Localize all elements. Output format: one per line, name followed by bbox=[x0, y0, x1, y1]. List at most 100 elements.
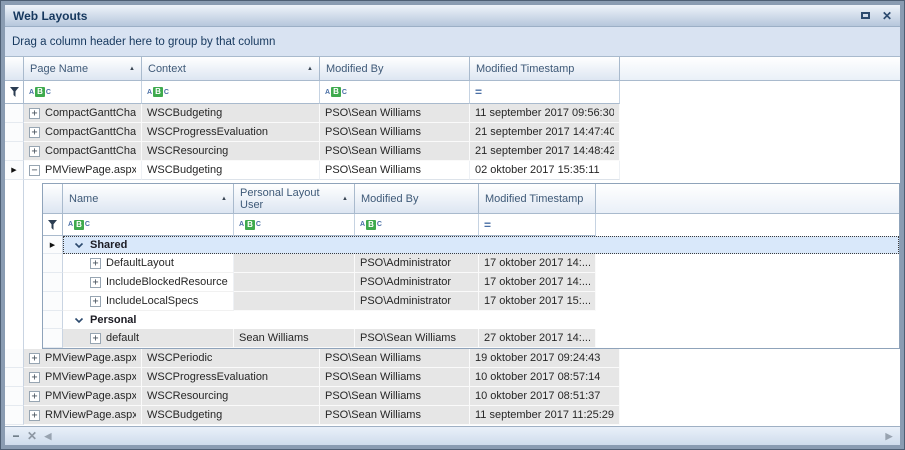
group-row-shared[interactable]: ▶Shared bbox=[43, 236, 899, 254]
filter-funnel-cell[interactable] bbox=[43, 214, 63, 236]
filter-letter: A bbox=[29, 89, 34, 96]
expand-toggle-icon[interactable]: + bbox=[29, 146, 40, 157]
cell-text: 17 oktober 2017 14:... bbox=[484, 276, 590, 288]
column-header-modified-by[interactable]: Modified By bbox=[355, 184, 479, 214]
maximize-icon[interactable] bbox=[861, 12, 870, 19]
cell-text: PSO\Administrator bbox=[360, 276, 451, 288]
cell-text: PMViewPage.aspx bbox=[45, 352, 136, 364]
detail-grid-row[interactable]: +IncludeBlockedResourcesPSO\Administrato… bbox=[43, 273, 899, 292]
filter-cell-modified-by[interactable]: ABC bbox=[355, 214, 479, 236]
scroll-left-icon[interactable]: ◀ bbox=[40, 429, 56, 443]
cell-text: 17 oktober 2017 14:... bbox=[484, 257, 590, 269]
filter-cell-modified-timestamp[interactable]: = bbox=[479, 214, 596, 236]
group-collapse-chevron-icon[interactable] bbox=[74, 317, 84, 324]
cell-context: WSCBudgeting bbox=[142, 406, 320, 425]
group-collapse-chevron-icon[interactable] bbox=[74, 242, 84, 249]
cell-name: +IncludeLocalSpecs bbox=[63, 292, 234, 311]
grid-row[interactable]: +PMViewPage.aspxWSCResourcingPSO\Sean Wi… bbox=[5, 387, 900, 406]
filter-letter: C bbox=[377, 221, 382, 228]
cell-modified-timestamp: 21 september 2017 14:47:40 bbox=[470, 123, 620, 142]
filter-cell-page-name[interactable]: ABC bbox=[24, 81, 142, 104]
row-indicator-cell: ▶ bbox=[43, 236, 63, 254]
scroll-right-icon[interactable]: ▶ bbox=[881, 429, 897, 443]
expand-toggle-icon[interactable]: + bbox=[29, 353, 40, 364]
cell-text: PSO\Sean Williams bbox=[325, 409, 421, 421]
expand-toggle-icon[interactable]: + bbox=[29, 108, 40, 119]
cell-modified-by: PSO\Sean Williams bbox=[320, 368, 470, 387]
filter-cell-modified-by[interactable]: ABC bbox=[320, 81, 470, 104]
filter-funnel-cell[interactable] bbox=[5, 81, 24, 104]
cell-text: PSO\Sean Williams bbox=[325, 145, 421, 157]
funnel-icon bbox=[10, 87, 19, 97]
close-detail-icon[interactable]: ✕ bbox=[24, 429, 40, 443]
cell-text: 10 oktober 2017 08:57:14 bbox=[475, 371, 600, 383]
column-header-personal-layout-user[interactable]: Personal Layout User▲ bbox=[234, 184, 355, 214]
filter-cell-personal-layout-user[interactable]: ABC bbox=[234, 214, 355, 236]
cell-page-name: + PMViewPage.aspx bbox=[24, 368, 142, 387]
grid-row[interactable]: +PMViewPage.aspxWSCPeriodicPSO\Sean Will… bbox=[5, 349, 900, 368]
filter-cell-modified-timestamp[interactable]: = bbox=[470, 81, 620, 104]
cell-text: CompactGanttChartPage.a bbox=[45, 126, 136, 138]
cell-personal-layout-user: Sean Williams bbox=[234, 329, 355, 348]
expand-toggle-icon[interactable]: + bbox=[90, 277, 101, 288]
expand-toggle-icon[interactable]: + bbox=[90, 296, 101, 307]
group-label: Personal bbox=[90, 314, 136, 326]
column-header-page-name[interactable]: Page Name▲ bbox=[24, 57, 142, 81]
filter-letter: C bbox=[164, 89, 169, 96]
column-header-label: Modified Timestamp bbox=[476, 63, 574, 75]
column-header-label: Modified Timestamp bbox=[485, 193, 583, 205]
expand-toggle-icon[interactable]: + bbox=[29, 391, 40, 402]
cell-text: PSO\Sean Williams bbox=[360, 332, 456, 344]
grid-row[interactable]: +CompactGanttChartPage.aWSCProgressEvalu… bbox=[5, 123, 900, 142]
column-header-context[interactable]: Context▲ bbox=[142, 57, 320, 81]
filter-cell-name[interactable]: ABC bbox=[63, 214, 234, 236]
expand-toggle-icon[interactable]: + bbox=[29, 372, 40, 383]
column-header-modified-timestamp[interactable]: Modified Timestamp bbox=[470, 57, 620, 81]
collapse-detail-icon[interactable]: − bbox=[8, 429, 24, 443]
row-indicator-cell bbox=[43, 329, 63, 348]
filter-contains-icon: ABC bbox=[68, 220, 90, 230]
expand-toggle-icon[interactable]: + bbox=[29, 127, 40, 138]
filter-cell-context[interactable]: ABC bbox=[142, 81, 320, 104]
grid-row[interactable]: +CompactGanttChartPage.aWSCResourcingPSO… bbox=[5, 142, 900, 161]
group-by-panel[interactable]: Drag a column header here to group by th… bbox=[5, 27, 900, 56]
cell-text: 02 oktober 2017 15:35:11 bbox=[475, 164, 600, 176]
cell-modified-timestamp: 21 september 2017 14:48:42 bbox=[470, 142, 620, 161]
detail-grid-row[interactable]: +DefaultLayoutPSO\Administrator17 oktobe… bbox=[43, 254, 899, 273]
column-header-name[interactable]: Name▲ bbox=[63, 184, 234, 214]
expand-toggle-icon[interactable]: + bbox=[90, 333, 101, 344]
grid-row[interactable]: +CompactGanttChartPage.aWSCBudgetingPSO\… bbox=[5, 104, 900, 123]
window-title: Web Layouts bbox=[13, 9, 849, 23]
filter-contains-icon: ABC bbox=[239, 220, 261, 230]
row-indicator-cell bbox=[5, 104, 24, 123]
grid-row[interactable]: +RMViewPage.aspxWSCBudgetingPSO\Sean Wil… bbox=[5, 406, 900, 425]
filter-letter: B bbox=[245, 220, 255, 230]
expand-toggle-icon[interactable]: + bbox=[90, 258, 101, 269]
cell-modified-by: PSO\Sean Williams bbox=[320, 142, 470, 161]
cell-personal-layout-user bbox=[234, 254, 355, 273]
grid-row[interactable]: ▶−PMViewPage.aspxWSCBudgetingPSO\Sean Wi… bbox=[5, 161, 900, 180]
detail-grid-row[interactable]: +IncludeLocalSpecsPSO\Administrator17 ok… bbox=[43, 292, 899, 311]
grid-row[interactable]: +PMViewPage.aspxWSCProgressEvaluationPSO… bbox=[5, 368, 900, 387]
filter-letter: B bbox=[35, 87, 45, 97]
cell-text: PMViewPage.aspx bbox=[45, 371, 136, 383]
scrollbar-track[interactable] bbox=[56, 427, 881, 445]
filter-contains-icon: ABC bbox=[29, 87, 51, 97]
expand-toggle-icon[interactable]: + bbox=[29, 410, 40, 421]
collapse-toggle-icon[interactable]: − bbox=[29, 165, 40, 176]
cell-modified-timestamp: 17 oktober 2017 14:... bbox=[479, 273, 596, 292]
horizontal-scrollbar[interactable]: − ✕ ◀ ▶ bbox=[5, 426, 900, 445]
column-header-modified-by[interactable]: Modified By bbox=[320, 57, 470, 81]
cell-page-name: +PMViewPage.aspx bbox=[24, 387, 142, 406]
filter-letter: B bbox=[366, 220, 376, 230]
detail-grid-row[interactable]: +defaultSean WilliamsPSO\Sean Williams27… bbox=[43, 329, 899, 348]
cell-text: 19 oktober 2017 09:24:43 bbox=[475, 352, 600, 364]
cell-personal-layout-user bbox=[234, 273, 355, 292]
cell-context: WSCPeriodic bbox=[142, 349, 320, 368]
column-header-modified-timestamp[interactable]: Modified Timestamp bbox=[479, 184, 596, 214]
close-icon[interactable]: ✕ bbox=[882, 10, 892, 22]
group-row-content: Shared bbox=[63, 236, 899, 254]
window-titlebar[interactable]: Web Layouts ✕ bbox=[5, 5, 900, 27]
main-header-row: Page Name▲Context▲Modified By Modified Ti… bbox=[5, 57, 900, 81]
group-row-personal[interactable]: Personal bbox=[43, 311, 899, 329]
